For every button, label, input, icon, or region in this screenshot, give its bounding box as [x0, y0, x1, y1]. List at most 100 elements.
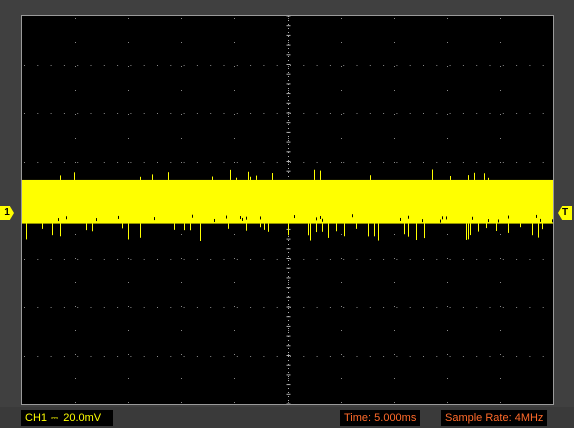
- trace-spike: [52, 223, 53, 236]
- grid-dot: [329, 113, 331, 114]
- trace-spike: [272, 173, 273, 180]
- grid-dot: [128, 66, 129, 67]
- grid-dot: [383, 259, 385, 260]
- grid-dot: [288, 378, 289, 379]
- grid-dot: [263, 162, 265, 163]
- grid-dot: [436, 162, 438, 163]
- grid-dot: [356, 259, 358, 260]
- grid-dot: [476, 65, 478, 66]
- grid-dot: [24, 356, 25, 357]
- grid-dot: [37, 356, 39, 357]
- grid-dot: [356, 356, 358, 357]
- grid-dot: [63, 307, 65, 308]
- grid-dot: [117, 113, 119, 114]
- grid-dot: [276, 65, 278, 66]
- grid-dot: [341, 306, 342, 307]
- grid-dot: [529, 162, 531, 163]
- grid-dot: [542, 356, 544, 357]
- grid-dot: [223, 113, 225, 114]
- grid-dot: [447, 402, 448, 403]
- grid-dot: [103, 162, 105, 163]
- grid-dot: [103, 307, 105, 308]
- grid-dot: [383, 113, 385, 114]
- channel-1-status[interactable]: CH1 ⎓ 20.0mV: [21, 410, 113, 426]
- grid-dot: [103, 65, 105, 66]
- grid-dot: [130, 307, 132, 308]
- trace-spike: [228, 223, 229, 229]
- grid-dot: [341, 330, 342, 331]
- grid-dot: [130, 113, 132, 114]
- grid-dot: [236, 113, 238, 114]
- grid-dot: [341, 378, 342, 379]
- grid-dot: [423, 307, 424, 308]
- grid-dot: [183, 162, 185, 163]
- grid-dot: [341, 258, 342, 259]
- grid-dot: [234, 378, 235, 379]
- grid-dot: [128, 42, 129, 43]
- grid-dot: [143, 356, 145, 357]
- grid-dot: [236, 259, 238, 260]
- trace-spike: [128, 223, 129, 240]
- grid-dot: [409, 356, 411, 357]
- grid-dot: [183, 65, 185, 66]
- grid-dot: [181, 114, 182, 115]
- grid-dot: [143, 113, 145, 114]
- grid-dot: [210, 113, 212, 114]
- grid-dot: [423, 356, 424, 357]
- grid-dot: [288, 66, 289, 67]
- grid-dot: [170, 259, 172, 260]
- grid-dot: [500, 138, 501, 139]
- grid-dot: [396, 65, 398, 66]
- grid-dot: [462, 162, 464, 163]
- trace-spike: [246, 223, 247, 231]
- trace-gap: [320, 215, 321, 219]
- grid-dot: [276, 307, 278, 308]
- grid-dot: [288, 282, 289, 283]
- grid-dot: [234, 162, 235, 163]
- grid-dot: [117, 259, 119, 260]
- grid-dot: [369, 65, 371, 66]
- grid-dot: [128, 162, 129, 163]
- grid-dot: [341, 402, 342, 403]
- grid-dot: [170, 162, 172, 163]
- trace-gap: [58, 218, 59, 222]
- grid-dot: [447, 114, 448, 115]
- trace-spike: [190, 223, 191, 231]
- trace-spike: [168, 172, 169, 180]
- grid-dot: [502, 356, 504, 357]
- trace-spike: [466, 223, 467, 240]
- grid-dot: [369, 307, 371, 308]
- grid-dot: [423, 162, 424, 163]
- grid-dot: [63, 356, 65, 357]
- grid-dot: [77, 356, 79, 357]
- trace-spike: [322, 223, 323, 232]
- trace-spike: [256, 175, 257, 180]
- grid-dot: [63, 65, 65, 66]
- grid-dot: [341, 90, 342, 91]
- trace-spike: [60, 175, 61, 180]
- grid-dot: [75, 234, 76, 235]
- grid-dot: [288, 114, 289, 115]
- grid-dot: [447, 354, 448, 355]
- trace-spike: [508, 223, 509, 233]
- grid-dot: [276, 356, 278, 357]
- grid-dot: [157, 356, 158, 357]
- grid-dot: [181, 258, 182, 259]
- grid-dot: [183, 113, 185, 114]
- trace-gap: [192, 214, 193, 218]
- grid-dot: [476, 162, 478, 163]
- grid-dot: [234, 330, 235, 331]
- grid-dot: [128, 18, 129, 19]
- grid-dot: [343, 356, 345, 357]
- grid-dot: [396, 162, 398, 163]
- grid-dot: [341, 66, 342, 67]
- grid-dot: [502, 259, 504, 260]
- grid-dot: [542, 162, 544, 163]
- grid-dot: [383, 65, 385, 66]
- grid-dot: [489, 356, 491, 357]
- grid-dot: [117, 162, 119, 163]
- grid-dot: [447, 162, 448, 163]
- grid-dot: [369, 162, 371, 163]
- grid-dot: [316, 65, 318, 66]
- grid-dot: [409, 259, 411, 260]
